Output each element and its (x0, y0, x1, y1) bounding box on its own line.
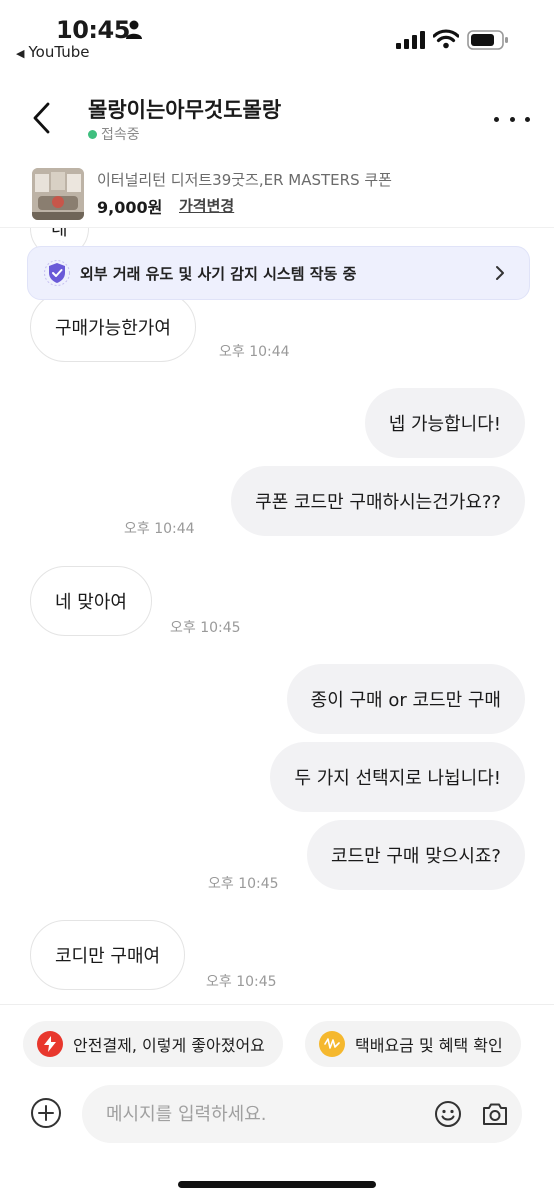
chat-partner-name: 몰랑이는아무것도몰랑 (88, 98, 282, 122)
coin-icon (319, 1031, 345, 1057)
back-to-app-link[interactable]: ◀ YouTube (16, 43, 89, 61)
add-attachment-icon[interactable] (30, 1097, 62, 1129)
fraud-banner-text: 외부 거래 유도 및 사기 감지 시스템 작동 중 (80, 264, 357, 283)
status-time: 10:45 (56, 16, 130, 44)
back-app-label: YouTube (28, 43, 90, 61)
home-indicator (178, 1181, 376, 1188)
lightning-icon (37, 1031, 63, 1057)
message-timestamp: 오후 10:45 (206, 974, 277, 990)
message-bubble-incoming: 코디만 구매여 (30, 920, 186, 990)
online-dot-icon (88, 129, 97, 139)
product-name: 이터널리턴 디저트39굿즈,ER MASTERS 쿠폰 (97, 171, 392, 189)
battery-icon (467, 30, 508, 50)
safe-payment-chip[interactable]: 안전결제, 이렇게 좋아졌어요 (23, 1021, 283, 1067)
message-timestamp: 오후 10:45 (170, 620, 241, 636)
message-bubble-outgoing: 넵 가능합니다! (364, 388, 525, 458)
chevron-right-icon (496, 266, 504, 280)
product-thumbnail (32, 168, 84, 220)
message-timestamp: 오후 10:45 (208, 876, 279, 892)
cellular-signal-icon (396, 31, 425, 49)
price-change-link[interactable]: 가격변경 (179, 195, 234, 216)
message-timestamp: 오후 10:44 (124, 521, 195, 537)
wifi-icon (433, 29, 459, 49)
camera-icon[interactable] (481, 1100, 509, 1128)
message-timestamp: 오후 10:44 (219, 344, 290, 360)
person-icon (126, 20, 142, 39)
safe-payment-chip-label: 안전결제, 이렇게 좋아졌어요 (73, 1036, 265, 1055)
online-status-label: 접속중 (101, 127, 140, 143)
shield-check-icon (44, 260, 70, 286)
shipping-fee-chip[interactable]: 택배요금 및 혜택 확인 (305, 1021, 521, 1067)
message-bubble-outgoing: 쿠폰 코드만 구매하시는건가요?? (231, 466, 525, 536)
message-bubble-outgoing: 두 가지 선택지로 나뉩니다! (270, 742, 525, 812)
chat-header: 몰랑이는아무것도몰랑 접속중 (0, 80, 554, 158)
shipping-fee-chip-label: 택배요금 및 혜택 확인 (355, 1036, 503, 1055)
emoji-icon[interactable] (434, 1100, 462, 1128)
message-bubble-incoming: 네 맞아여 (30, 566, 152, 636)
back-triangle-icon: ◀ (16, 47, 25, 60)
online-status: 접속중 (88, 124, 140, 144)
chat-messages[interactable]: 네 구매가능한가여 오후 10:44 넵 가능합니다! 쿠폰 코드만 구매하시는… (0, 228, 554, 1004)
message-bubble-outgoing: 종이 구매 or 코드만 구매 (286, 664, 525, 734)
message-bubble-incoming: 구매가능한가여 (30, 292, 196, 362)
fraud-detection-banner[interactable]: 외부 거래 유도 및 사기 감지 시스템 작동 중 (27, 246, 530, 300)
more-options-icon[interactable] (494, 110, 530, 128)
composer-area: 안전결제, 이렇게 좋아졌어요 택배요금 및 혜택 확인 (0, 1004, 554, 1200)
message-bubble-outgoing: 코드만 구매 맞으시죠? (306, 820, 525, 890)
product-summary[interactable]: 이터널리턴 디저트39굿즈,ER MASTERS 쿠폰 9,000원 가격변경 (0, 160, 554, 228)
status-bar: 10:45 ◀ YouTube (0, 0, 554, 70)
back-chevron-icon[interactable] (26, 98, 62, 138)
product-price: 9,000원 (97, 198, 163, 217)
